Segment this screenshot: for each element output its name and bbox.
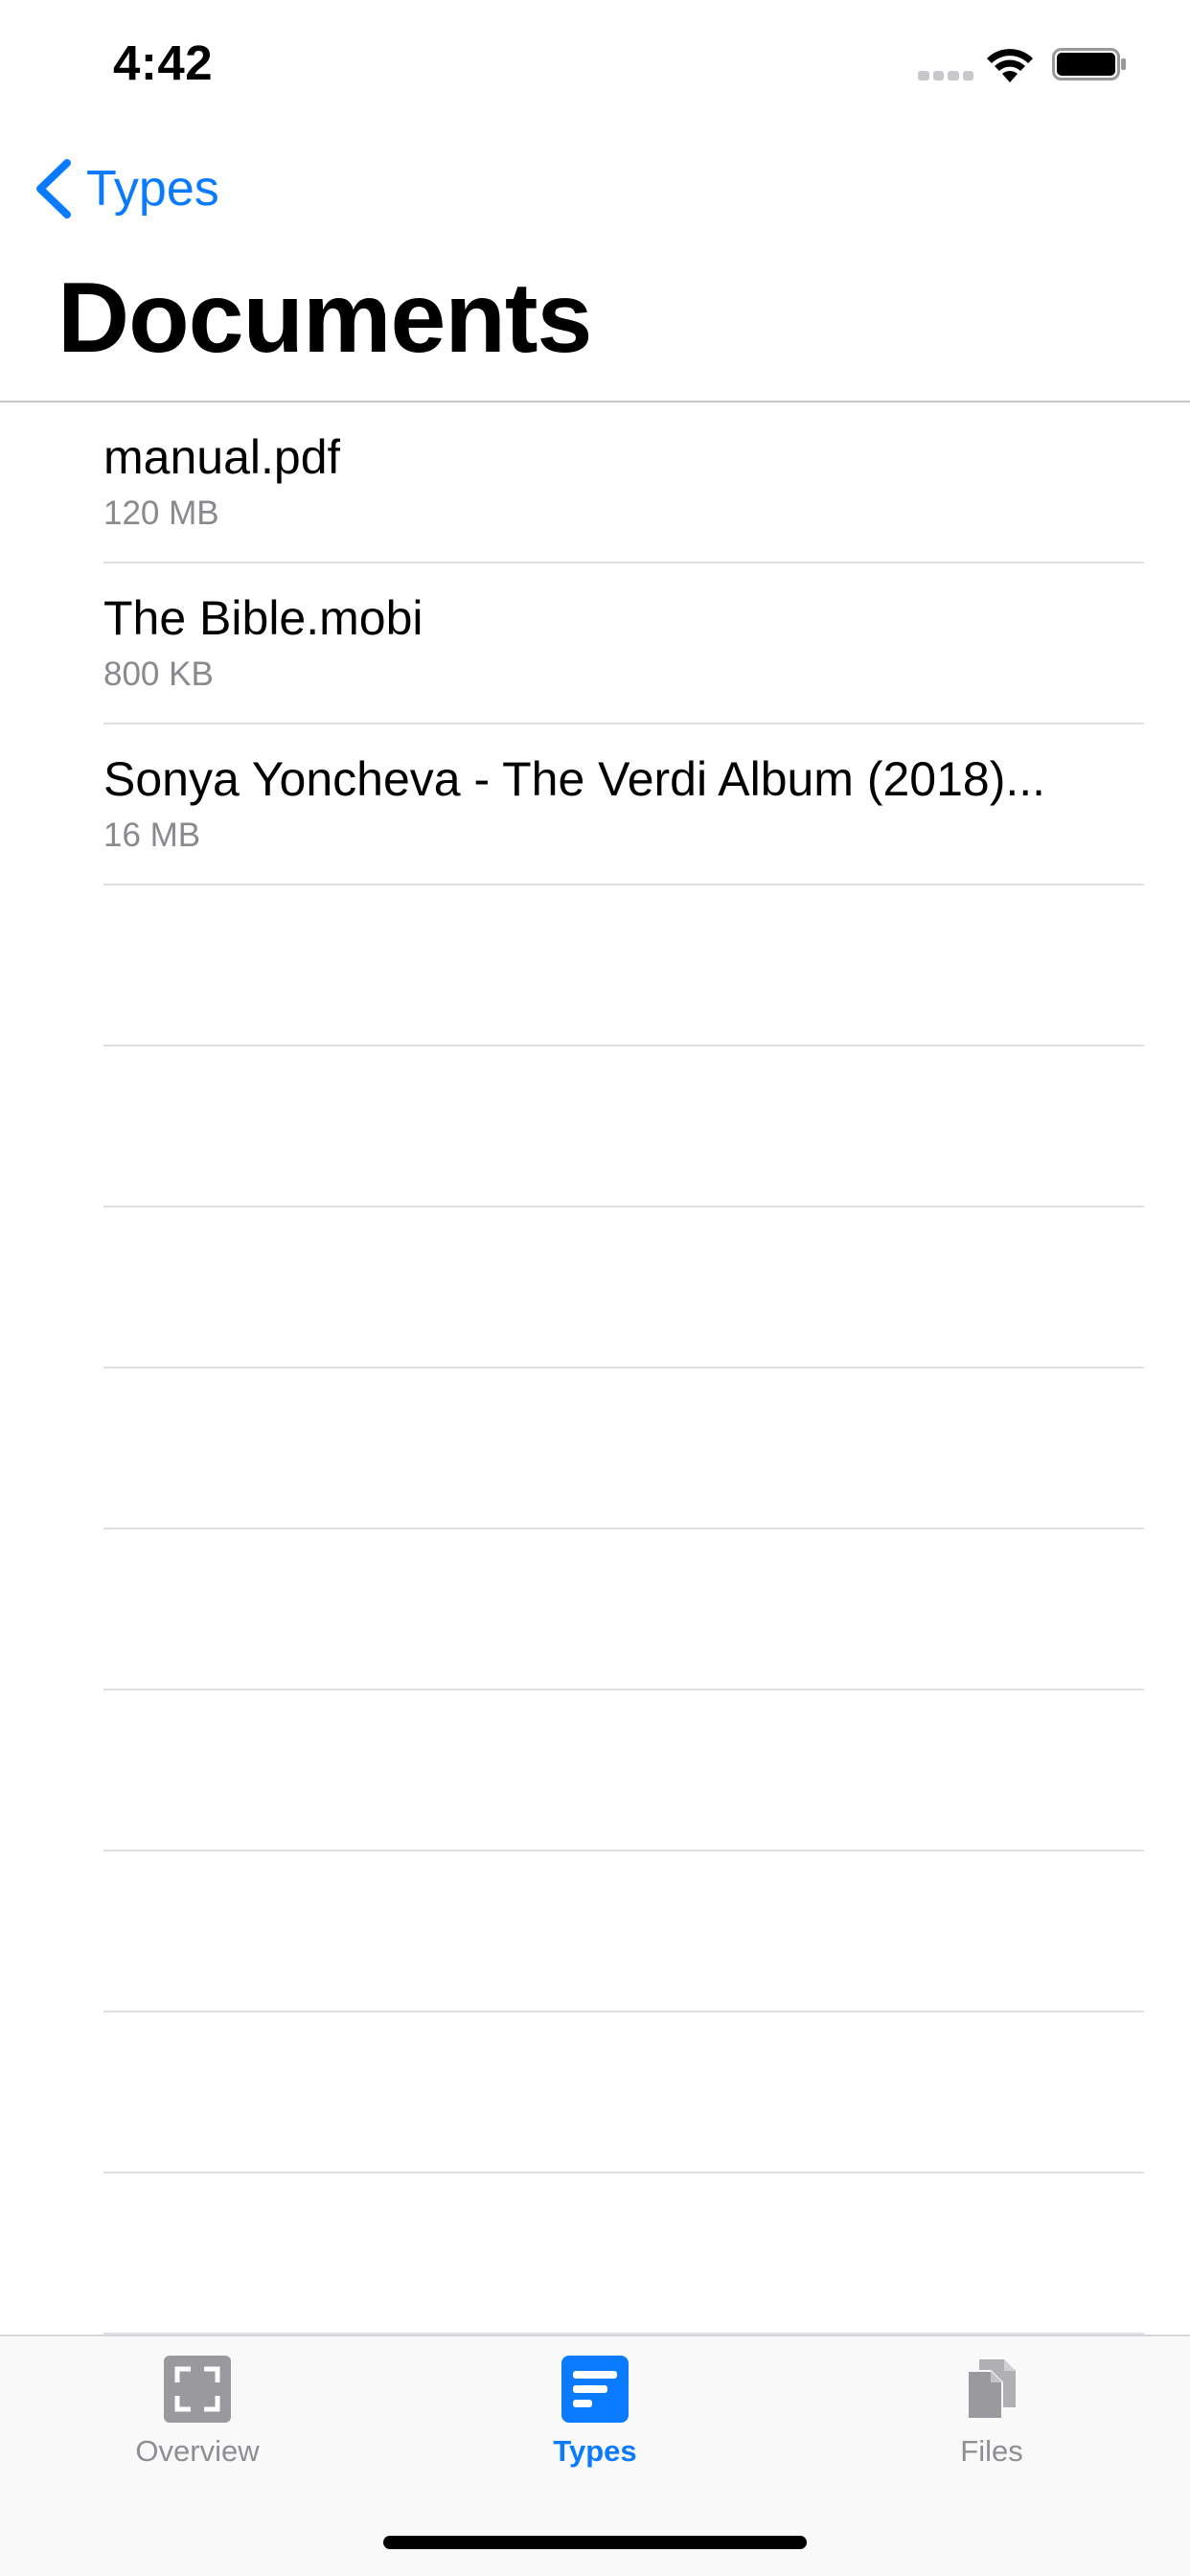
document-name: manual.pdf [103, 430, 341, 484]
back-button[interactable]: Types [33, 155, 219, 222]
page-title: Documents [57, 263, 592, 374]
document-size: 16 MB [103, 816, 201, 854]
home-indicator[interactable] [383, 2536, 807, 2549]
empty-row [103, 2012, 1144, 2174]
cellular-signal-icon [918, 71, 973, 80]
tab-label: Overview [135, 2434, 260, 2468]
empty-row [103, 1368, 1144, 1530]
empty-row [103, 1208, 1144, 1368]
empty-row [103, 2174, 1144, 2334]
empty-row [103, 886, 1144, 1046]
document-size: 120 MB [103, 494, 219, 532]
document-row-bible[interactable]: The Bible.mobi 800 KB [103, 564, 1144, 724]
screen: 4:42 Types Documents manual.pdf 120 MB T… [0, 0, 1190, 2576]
document-name: The Bible.mobi [103, 591, 423, 645]
empty-row [103, 1852, 1144, 2012]
tab-types[interactable]: Types [470, 2356, 720, 2499]
documents-list: manual.pdf 120 MB The Bible.mobi 800 KB … [0, 402, 1190, 2576]
chevron-left-icon [36, 159, 71, 218]
overview-icon [164, 2356, 231, 2423]
types-icon [561, 2356, 629, 2423]
tab-label: Files [960, 2434, 1023, 2468]
status-bar: 4:42 [0, 0, 1190, 126]
empty-row [103, 1530, 1144, 1690]
document-size: 800 KB [103, 656, 214, 693]
empty-row [103, 1690, 1144, 1852]
files-icon [967, 2359, 1016, 2420]
battery-icon [1052, 48, 1126, 80]
document-row-verdi-album[interactable]: Sonya Yoncheva - The Verdi Album (2018).… [103, 724, 1144, 886]
empty-row [103, 1046, 1144, 1208]
wifi-icon [987, 49, 1033, 82]
tab-label: Types [553, 2434, 637, 2468]
tab-overview[interactable]: Overview [73, 2356, 322, 2499]
status-time: 4:42 [113, 35, 214, 90]
document-name: Sonya Yoncheva - The Verdi Album (2018).… [103, 752, 1046, 806]
document-row-manual[interactable]: manual.pdf 120 MB [103, 402, 1144, 564]
back-button-label: Types [86, 161, 219, 217]
tab-files[interactable]: Files [867, 2356, 1116, 2499]
